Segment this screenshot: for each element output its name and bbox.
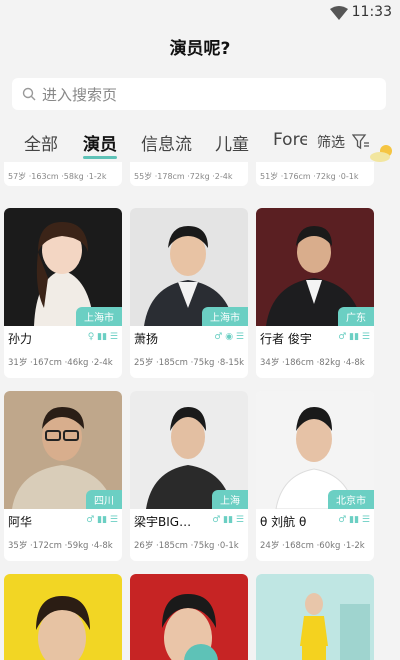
- actor-meta: 34岁 ·186cm ·82kg ·4-8k: [260, 358, 365, 368]
- location-badge: 上海: [212, 490, 248, 509]
- tab-actor[interactable]: 演员: [83, 130, 117, 155]
- tag-icons: ♀ ▮▮ ☰: [87, 332, 118, 342]
- actor-photo: 北京市: [256, 391, 374, 509]
- search-placeholder: 进入搜索页: [42, 86, 118, 104]
- actor-card[interactable]: 北京市 θ 刘航 θ ♂ ▮▮ ☰ 24岁 ·168cm ·60kg ·1-2k: [256, 391, 374, 561]
- actor-photo: 广东: [256, 208, 374, 326]
- search-input[interactable]: 进入搜索页: [12, 78, 386, 110]
- actor-meta: 31岁 ·167cm ·46kg ·2-4k: [8, 358, 113, 368]
- search-icon: [22, 87, 36, 101]
- actor-name: 梁宇BIG…: [134, 515, 192, 529]
- actor-photo: 上海市: [4, 208, 122, 326]
- category-tabs: 全部 演员 信息流 儿童 Fore 筛选: [0, 128, 400, 162]
- tab-feed[interactable]: 信息流: [141, 130, 192, 155]
- status-bar: 11:33: [0, 0, 400, 26]
- actor-photo: 四川: [4, 391, 122, 509]
- active-tab-indicator: [83, 156, 117, 159]
- location-badge: 上海市: [76, 307, 122, 326]
- tag-icons: ♂ ▮▮ ☰: [86, 515, 118, 525]
- actor-photo: 上海: [130, 391, 248, 509]
- clock: 11:33: [351, 4, 392, 20]
- location-badge: 上海市: [202, 307, 248, 326]
- location-badge: 北京市: [328, 490, 374, 509]
- actor-grid: 57岁 ·163cm ·58kg ·1-2k 55岁 ·178cm ·72kg …: [0, 162, 400, 660]
- tab-all[interactable]: 全部: [24, 130, 58, 155]
- actor-card[interactable]: [4, 574, 122, 660]
- actor-card[interactable]: 四川 阿华 ♂ ▮▮ ☰ 35岁 ·172cm ·59kg ·4-8k: [4, 391, 122, 561]
- tag-icons: ♂ ◉ ☰: [214, 332, 244, 342]
- actor-photo: 上海市: [130, 208, 248, 326]
- actor-meta: 24岁 ·168cm ·60kg ·1-2k: [260, 541, 365, 551]
- location-badge: 四川: [86, 490, 122, 509]
- actor-card[interactable]: 上海市 孙力 ♀ ▮▮ ☰ 31岁 ·167cm ·46kg ·2-4k: [4, 208, 122, 378]
- actor-card[interactable]: [256, 574, 374, 660]
- actor-meta: 26岁 ·185cm ·75kg ·0-1k: [134, 541, 239, 551]
- actor-name: 行者 俊宇: [260, 332, 312, 346]
- tag-icons: ♂ ▮▮ ☰: [338, 515, 370, 525]
- card-stub[interactable]: 57岁 ·163cm ·58kg ·1-2k: [4, 162, 122, 186]
- actor-meta: 25岁 ·185cm ·75kg ·8-15k: [134, 358, 245, 368]
- card-stub[interactable]: 51岁 ·176cm ·72kg ·0-1k: [256, 162, 374, 186]
- weather-icon: [370, 145, 392, 162]
- actor-name: θ 刘航 θ: [260, 515, 307, 529]
- location-badge: 广东: [338, 307, 374, 326]
- filter-button[interactable]: 筛选: [317, 132, 345, 152]
- actor-meta: 35岁 ·172cm ·59kg ·4-8k: [8, 541, 113, 551]
- tag-icons: ♂ ▮▮ ☰: [338, 332, 370, 342]
- actor-name: 孙力: [8, 332, 33, 346]
- tab-children[interactable]: 儿童: [215, 130, 249, 155]
- page-title: 演员呢?: [169, 39, 231, 59]
- tag-icons: ♂ ▮▮ ☰: [212, 515, 244, 525]
- actor-photo: [256, 574, 374, 660]
- actor-card[interactable]: 广东 行者 俊宇 ♂ ▮▮ ☰ 34岁 ·186cm ·82kg ·4-8k: [256, 208, 374, 378]
- previous-row: 57岁 ·163cm ·58kg ·1-2k 55岁 ·178cm ·72kg …: [0, 162, 400, 186]
- tab-foreign[interactable]: Fore: [273, 130, 307, 150]
- wifi-icon: [330, 6, 348, 20]
- actor-card[interactable]: 上海 梁宇BIG… ♂ ▮▮ ☰ 26岁 ·185cm ·75kg ·0-1k: [130, 391, 248, 561]
- actor-name: 阿华: [8, 515, 33, 529]
- card-stub[interactable]: 55岁 ·178cm ·72kg ·2-4k: [130, 162, 248, 186]
- actor-name: 萧扬: [134, 332, 159, 346]
- actor-card[interactable]: 上海市 萧扬 ♂ ◉ ☰ 25岁 ·185cm ·75kg ·8-15k: [130, 208, 248, 378]
- actor-photo: [4, 574, 122, 660]
